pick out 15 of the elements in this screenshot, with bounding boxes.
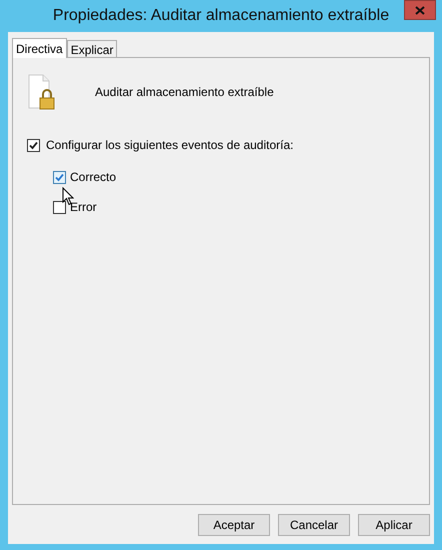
close-icon (415, 6, 425, 14)
window-title: Propiedades: Auditar almacenamiento extraíble (52, 6, 390, 26)
dialog-button[interactable]: Cancelar (278, 514, 350, 536)
checkbox-label: Configurar los siguientes eventos de auditoría: (46, 137, 294, 154)
checkbox-label: Error (70, 199, 97, 216)
checkbox[interactable] (27, 138, 40, 152)
tab[interactable]: Directiva (12, 38, 67, 58)
policy-name: Auditar almacenamiento extraíble (95, 84, 274, 101)
locked-document-icon (27, 74, 55, 110)
close-button[interactable] (404, 0, 436, 20)
dialog-button[interactable]: Aplicar (358, 514, 430, 536)
checkbox-label: Correcto (70, 169, 116, 186)
dialog-button[interactable]: Aceptar (198, 514, 270, 536)
checkbox[interactable] (53, 170, 66, 184)
tab[interactable]: Explicar (66, 40, 118, 57)
